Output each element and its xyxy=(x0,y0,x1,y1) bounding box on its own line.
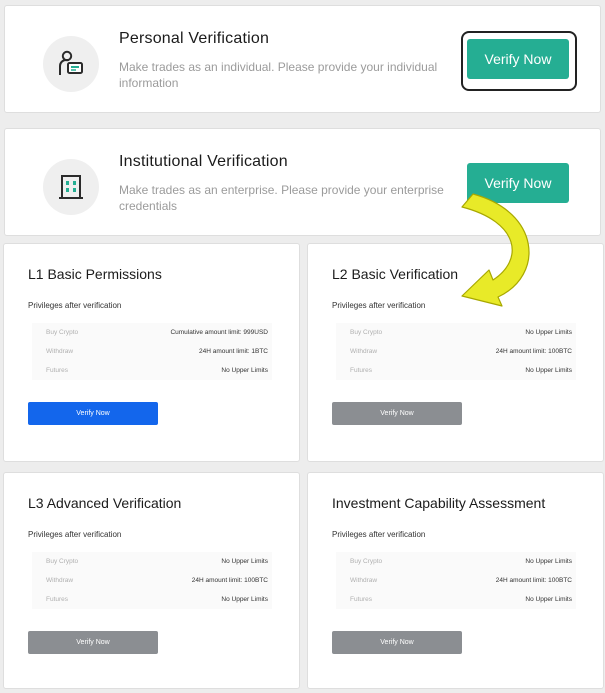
privilege-value: 24H amount limit: 100BTC xyxy=(191,577,268,584)
level-card-l2: L2 Basic Verification Privileges after v… xyxy=(307,243,604,462)
level-title: Investment Capability Assessment xyxy=(332,495,546,511)
investment-verify-now-button[interactable]: Verify Now xyxy=(332,631,462,654)
level-card-l1: L1 Basic Permissions Privileges after ve… xyxy=(3,243,300,462)
level-subtitle: Privileges after verification xyxy=(28,301,122,310)
privilege-row: Withdraw 24H amount limit: 100BTC xyxy=(336,571,576,590)
personal-verification-card: Personal Verification Make trades as an … xyxy=(4,5,601,113)
level-card-l3: L3 Advanced Verification Privileges afte… xyxy=(3,472,300,689)
privilege-label: Futures xyxy=(350,596,373,603)
l2-verify-now-button[interactable]: Verify Now xyxy=(332,402,462,425)
privilege-label: Futures xyxy=(46,367,69,374)
institutional-verify-now-button[interactable]: Verify Now xyxy=(467,163,569,203)
privilege-row: Futures No Upper Limits xyxy=(336,590,576,609)
privilege-label: Buy Crypto xyxy=(350,329,383,336)
privilege-value: Cumulative amount limit: 999USD xyxy=(170,329,268,336)
level-subtitle: Privileges after verification xyxy=(332,301,426,310)
privilege-row: Withdraw 24H amount limit: 1BTC xyxy=(32,342,272,361)
privilege-value: 24H amount limit: 1BTC xyxy=(199,348,268,355)
privilege-value: 24H amount limit: 100BTC xyxy=(495,577,572,584)
privileges-table: Buy Crypto No Upper Limits Withdraw 24H … xyxy=(32,552,272,609)
privilege-row: Buy Crypto Cumulative amount limit: 999U… xyxy=(32,323,272,342)
privilege-value: No Upper Limits xyxy=(221,596,268,603)
institutional-verification-title: Institutional Verification xyxy=(119,153,288,170)
privilege-value: No Upper Limits xyxy=(525,596,572,603)
privilege-label: Buy Crypto xyxy=(46,558,79,565)
l1-verify-now-button[interactable]: Verify Now xyxy=(28,402,158,425)
privilege-value: No Upper Limits xyxy=(221,367,268,374)
level-title: L2 Basic Verification xyxy=(332,266,459,282)
privilege-label: Buy Crypto xyxy=(350,558,383,565)
level-subtitle: Privileges after verification xyxy=(28,530,122,539)
privilege-row: Withdraw 24H amount limit: 100BTC xyxy=(336,342,576,361)
institutional-verification-description: Make trades as an enterprise. Please pro… xyxy=(119,183,444,213)
privilege-row: Buy Crypto No Upper Limits xyxy=(336,323,576,342)
privilege-value: No Upper Limits xyxy=(525,329,572,336)
building-icon xyxy=(43,159,99,215)
personal-verification-title: Personal Verification xyxy=(119,30,270,47)
level-subtitle: Privileges after verification xyxy=(332,530,426,539)
privilege-label: Buy Crypto xyxy=(46,329,79,336)
institutional-verification-card: Institutional Verification Make trades a… xyxy=(4,128,601,236)
privilege-label: Futures xyxy=(46,596,69,603)
privilege-row: Futures No Upper Limits xyxy=(32,590,272,609)
privilege-row: Withdraw 24H amount limit: 100BTC xyxy=(32,571,272,590)
privilege-value: No Upper Limits xyxy=(525,558,572,565)
l3-verify-now-button[interactable]: Verify Now xyxy=(28,631,158,654)
privilege-value: 24H amount limit: 100BTC xyxy=(495,348,572,355)
privileges-table: Buy Crypto No Upper Limits Withdraw 24H … xyxy=(336,552,576,609)
privilege-value: No Upper Limits xyxy=(221,558,268,565)
privilege-row: Buy Crypto No Upper Limits xyxy=(32,552,272,571)
privileges-table: Buy Crypto No Upper Limits Withdraw 24H … xyxy=(336,323,576,380)
level-title: L1 Basic Permissions xyxy=(28,266,162,282)
privilege-label: Withdraw xyxy=(46,348,74,355)
privilege-row: Futures No Upper Limits xyxy=(336,361,576,380)
privileges-table: Buy Crypto Cumulative amount limit: 999U… xyxy=(32,323,272,380)
personal-verification-description: Make trades as an individual. Please pro… xyxy=(119,60,438,90)
privilege-label: Withdraw xyxy=(350,577,378,584)
level-card-investment-assessment: Investment Capability Assessment Privile… xyxy=(307,472,604,689)
privilege-row: Futures No Upper Limits xyxy=(32,361,272,380)
privilege-row: Buy Crypto No Upper Limits xyxy=(336,552,576,571)
privilege-label: Futures xyxy=(350,367,373,374)
privilege-label: Withdraw xyxy=(46,577,74,584)
level-title: L3 Advanced Verification xyxy=(28,495,182,511)
person-id-icon xyxy=(43,36,99,92)
privilege-value: No Upper Limits xyxy=(525,367,572,374)
personal-verify-now-button[interactable]: Verify Now xyxy=(467,39,569,79)
privilege-label: Withdraw xyxy=(350,348,378,355)
